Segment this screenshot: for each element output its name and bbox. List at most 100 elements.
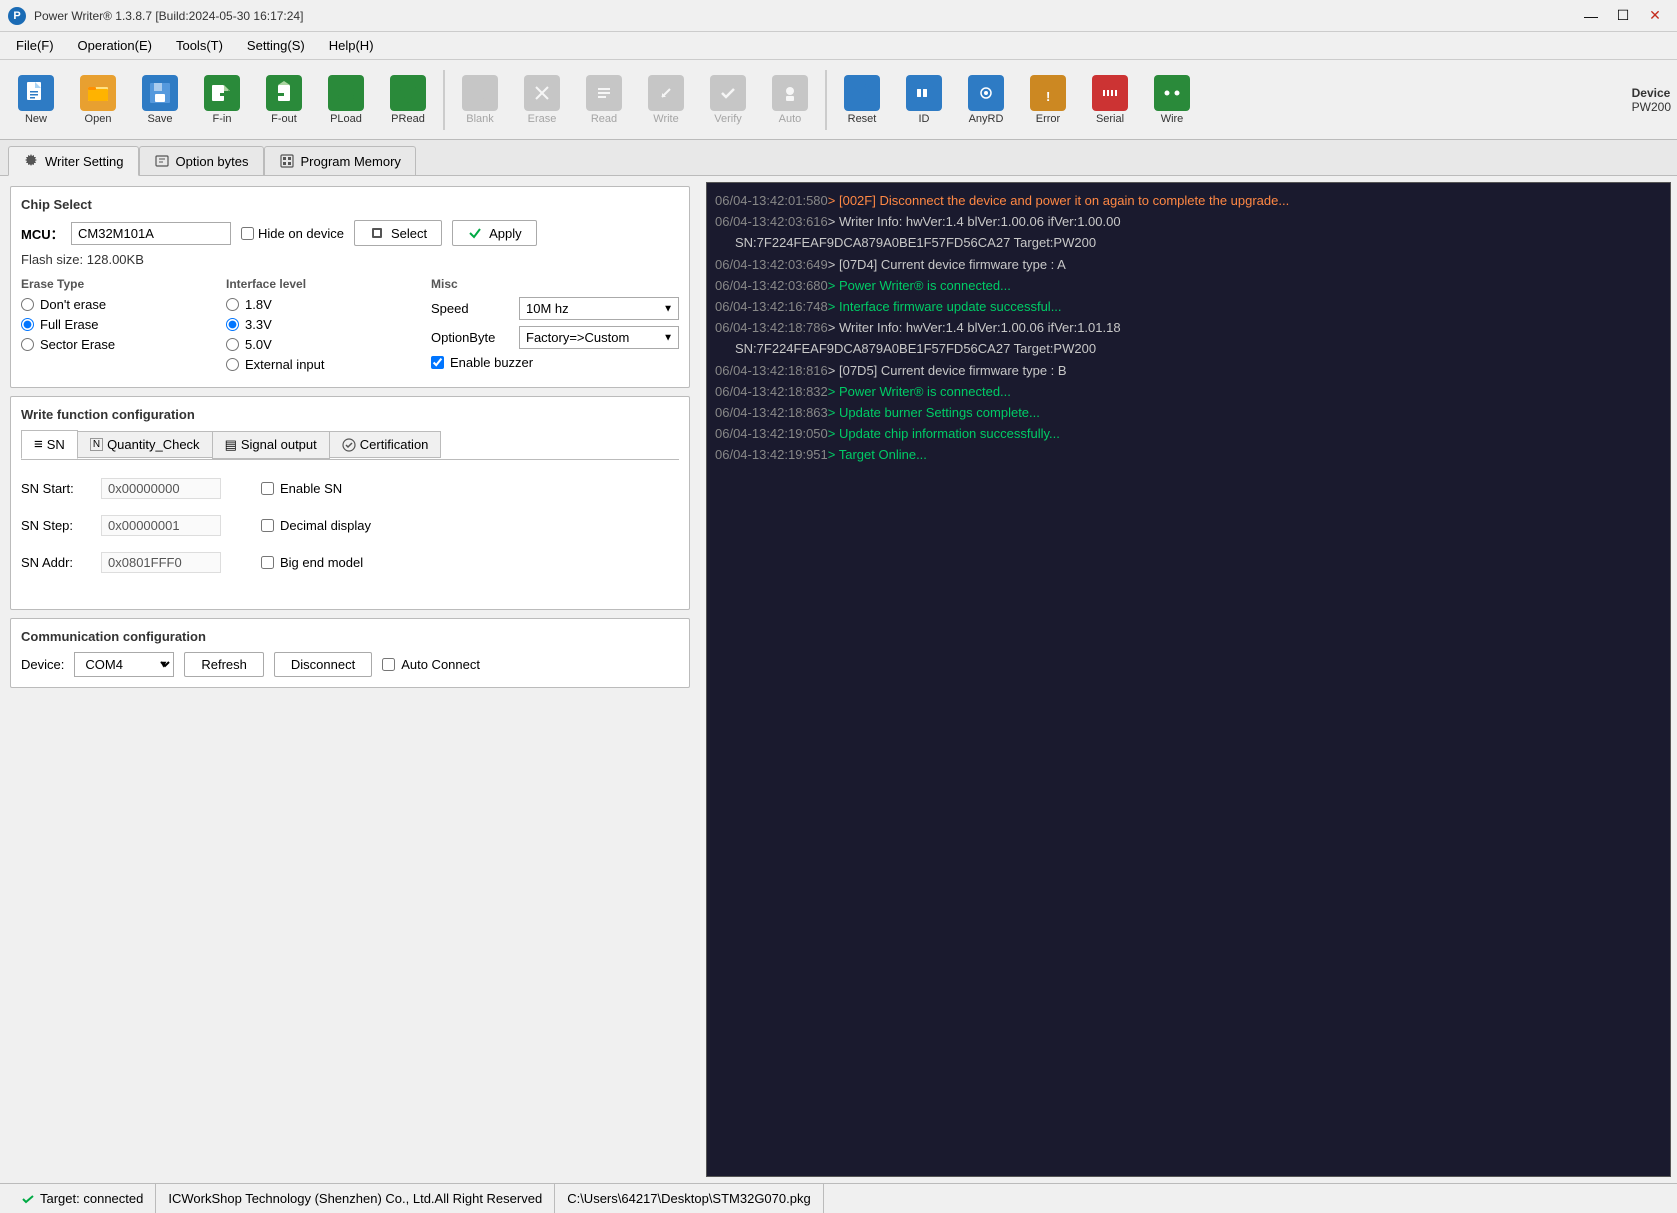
copyright-status: ICWorkShop Technology (Shenzhen) Co., Lt… bbox=[156, 1184, 555, 1213]
maximize-button[interactable]: ☐ bbox=[1609, 5, 1637, 27]
file-path-text: C:\Users\64217\Desktop\STM32G070.pkg bbox=[567, 1191, 811, 1206]
menu-setting[interactable]: Setting(S) bbox=[235, 34, 317, 57]
device-label: Device bbox=[1632, 86, 1671, 100]
sn-content: SN Start: 0x00000000 Enable SN SN Step: … bbox=[21, 468, 679, 599]
wire-label: Wire bbox=[1161, 113, 1184, 125]
enable-sn-label: Enable SN bbox=[280, 481, 342, 496]
auto-icon bbox=[772, 75, 808, 111]
hide-device-checkbox[interactable] bbox=[241, 227, 254, 240]
verify-label: Verify bbox=[714, 113, 742, 125]
flash-size-label: Flash size: bbox=[21, 252, 83, 267]
menu-bar: File(F) Operation(E) Tools(T) Setting(S)… bbox=[0, 32, 1677, 60]
sn-addr-value: 0x0801FFF0 bbox=[101, 552, 221, 573]
v50-radio[interactable] bbox=[226, 338, 239, 351]
vext-radio[interactable] bbox=[226, 358, 239, 371]
disconnect-button[interactable]: Disconnect bbox=[274, 652, 372, 677]
toolbar-fin-button[interactable]: F-in bbox=[192, 66, 252, 134]
speed-select[interactable]: 10M hz 5M hz 1M hz bbox=[519, 297, 679, 320]
erase-none-radio[interactable] bbox=[21, 298, 34, 311]
write-tab-signal[interactable]: ▤ Signal output bbox=[212, 431, 330, 459]
toolbar-read-button: Read bbox=[574, 66, 634, 134]
log-line: 06/04-13:42:16:748> Interface firmware u… bbox=[715, 297, 1662, 318]
mcu-input[interactable] bbox=[71, 222, 231, 245]
menu-operation[interactable]: Operation(E) bbox=[66, 34, 164, 57]
toolbar-wire-button[interactable]: Wire bbox=[1142, 66, 1202, 134]
toolbar-id-button[interactable]: ID bbox=[894, 66, 954, 134]
mcu-label: MCU： bbox=[21, 224, 61, 243]
chip-select-title: Chip Select bbox=[21, 197, 679, 212]
write-function-title: Write function configuration bbox=[21, 407, 679, 422]
write-tab-sn[interactable]: ≡ SN bbox=[21, 430, 78, 459]
tab-option-bytes-label: Option bytes bbox=[176, 154, 249, 169]
fin-icon bbox=[204, 75, 240, 111]
log-line: SN:7F224FEAF9DCA879A0BE1F57FD56CA27 Targ… bbox=[715, 339, 1662, 360]
toolbar-save-button[interactable]: Save bbox=[130, 66, 190, 134]
connected-icon bbox=[20, 1191, 36, 1207]
tab-option-bytes[interactable]: Option bytes bbox=[139, 146, 264, 175]
v33-label: 3.3V bbox=[245, 317, 272, 332]
write-tab-cert[interactable]: Certification bbox=[329, 431, 442, 458]
menu-help[interactable]: Help(H) bbox=[317, 34, 386, 57]
window-controls: — ☐ ✕ bbox=[1577, 5, 1669, 27]
log-line: 06/04-13:42:18:832> Power Writer® is con… bbox=[715, 382, 1662, 403]
tab-program-memory[interactable]: Program Memory bbox=[264, 146, 416, 175]
misc-title: Misc bbox=[431, 277, 679, 291]
tab-writer-setting[interactable]: Writer Setting bbox=[8, 146, 139, 176]
open-icon bbox=[80, 75, 116, 111]
big-end-checkbox[interactable] bbox=[261, 556, 274, 569]
write-tabs: ≡ SN N Quantity_Check ▤ Signal output Ce… bbox=[21, 430, 679, 460]
toolbar-blank-button: Blank bbox=[450, 66, 510, 134]
tab-bar: Writer Setting Option bytes Program Memo… bbox=[0, 140, 1677, 176]
decimal-display-checkbox[interactable] bbox=[261, 519, 274, 532]
target-status: Target: connected bbox=[8, 1184, 156, 1213]
v18-radio[interactable] bbox=[226, 298, 239, 311]
comm-title: Communication configuration bbox=[21, 629, 679, 644]
hide-device-label: Hide on device bbox=[258, 226, 344, 241]
auto-connect-checkbox[interactable] bbox=[382, 658, 395, 671]
toolbar-pread-button[interactable]: PRead bbox=[378, 66, 438, 134]
gear-icon bbox=[23, 153, 39, 169]
app-icon: P bbox=[8, 7, 26, 25]
save-label: Save bbox=[147, 113, 172, 125]
toolbar-error-button[interactable]: ! Error bbox=[1018, 66, 1078, 134]
device-value: PW200 bbox=[1632, 100, 1671, 114]
close-button[interactable]: ✕ bbox=[1641, 5, 1669, 27]
write-tab-quantity[interactable]: N Quantity_Check bbox=[77, 431, 213, 458]
speed-label: Speed bbox=[431, 301, 511, 316]
id-label: ID bbox=[919, 113, 930, 125]
optionbyte-select[interactable]: Factory=>Custom Keep bbox=[519, 326, 679, 349]
buzzer-checkbox[interactable] bbox=[431, 356, 444, 369]
refresh-button[interactable]: Refresh bbox=[184, 652, 264, 677]
select-button[interactable]: Select bbox=[354, 220, 442, 246]
pread-label: PRead bbox=[391, 113, 425, 125]
menu-tools[interactable]: Tools(T) bbox=[164, 34, 235, 57]
sn-step-value: 0x00000001 bbox=[101, 515, 221, 536]
erase-sector-radio[interactable] bbox=[21, 338, 34, 351]
toolbar-reset-button[interactable]: Reset bbox=[832, 66, 892, 134]
comm-section: Communication configuration Device: COM4… bbox=[10, 618, 690, 688]
log-panel: 06/04-13:42:01:580> [002F] Disconnect th… bbox=[706, 182, 1671, 1177]
menu-file[interactable]: File(F) bbox=[4, 34, 66, 57]
toolbar-open-button[interactable]: Open bbox=[68, 66, 128, 134]
pload-label: PLoad bbox=[330, 113, 362, 125]
toolbar-new-button[interactable]: New bbox=[6, 66, 66, 134]
toolbar-anyrd-button[interactable]: AnyRD bbox=[956, 66, 1016, 134]
blank-label: Blank bbox=[466, 113, 494, 125]
toolbar-auto-button: Auto bbox=[760, 66, 820, 134]
flash-size-value: 128.00KB bbox=[87, 252, 144, 267]
toolbar-fout-button[interactable]: F-out bbox=[254, 66, 314, 134]
toolbar-serial-button[interactable]: Serial bbox=[1080, 66, 1140, 134]
toolbar-pload-button[interactable]: PLoad bbox=[316, 66, 376, 134]
minimize-button[interactable]: — bbox=[1577, 5, 1605, 27]
toolbar-verify-button: Verify bbox=[698, 66, 758, 134]
erase-type-title: Erase Type bbox=[21, 277, 210, 291]
new-label: New bbox=[25, 113, 47, 125]
log-line: 06/04-13:42:03:616> Writer Info: hwVer:1… bbox=[715, 212, 1662, 233]
write-label: Write bbox=[653, 113, 678, 125]
v33-radio[interactable] bbox=[226, 318, 239, 331]
interface-level-section: Interface level 1.8V 3.3V 5.0V bbox=[226, 277, 415, 377]
erase-full-radio[interactable] bbox=[21, 318, 34, 331]
comm-device-select[interactable]: COM4 COM1 COM2 COM3 bbox=[74, 652, 174, 677]
apply-button[interactable]: Apply bbox=[452, 220, 537, 246]
enable-sn-checkbox[interactable] bbox=[261, 482, 274, 495]
